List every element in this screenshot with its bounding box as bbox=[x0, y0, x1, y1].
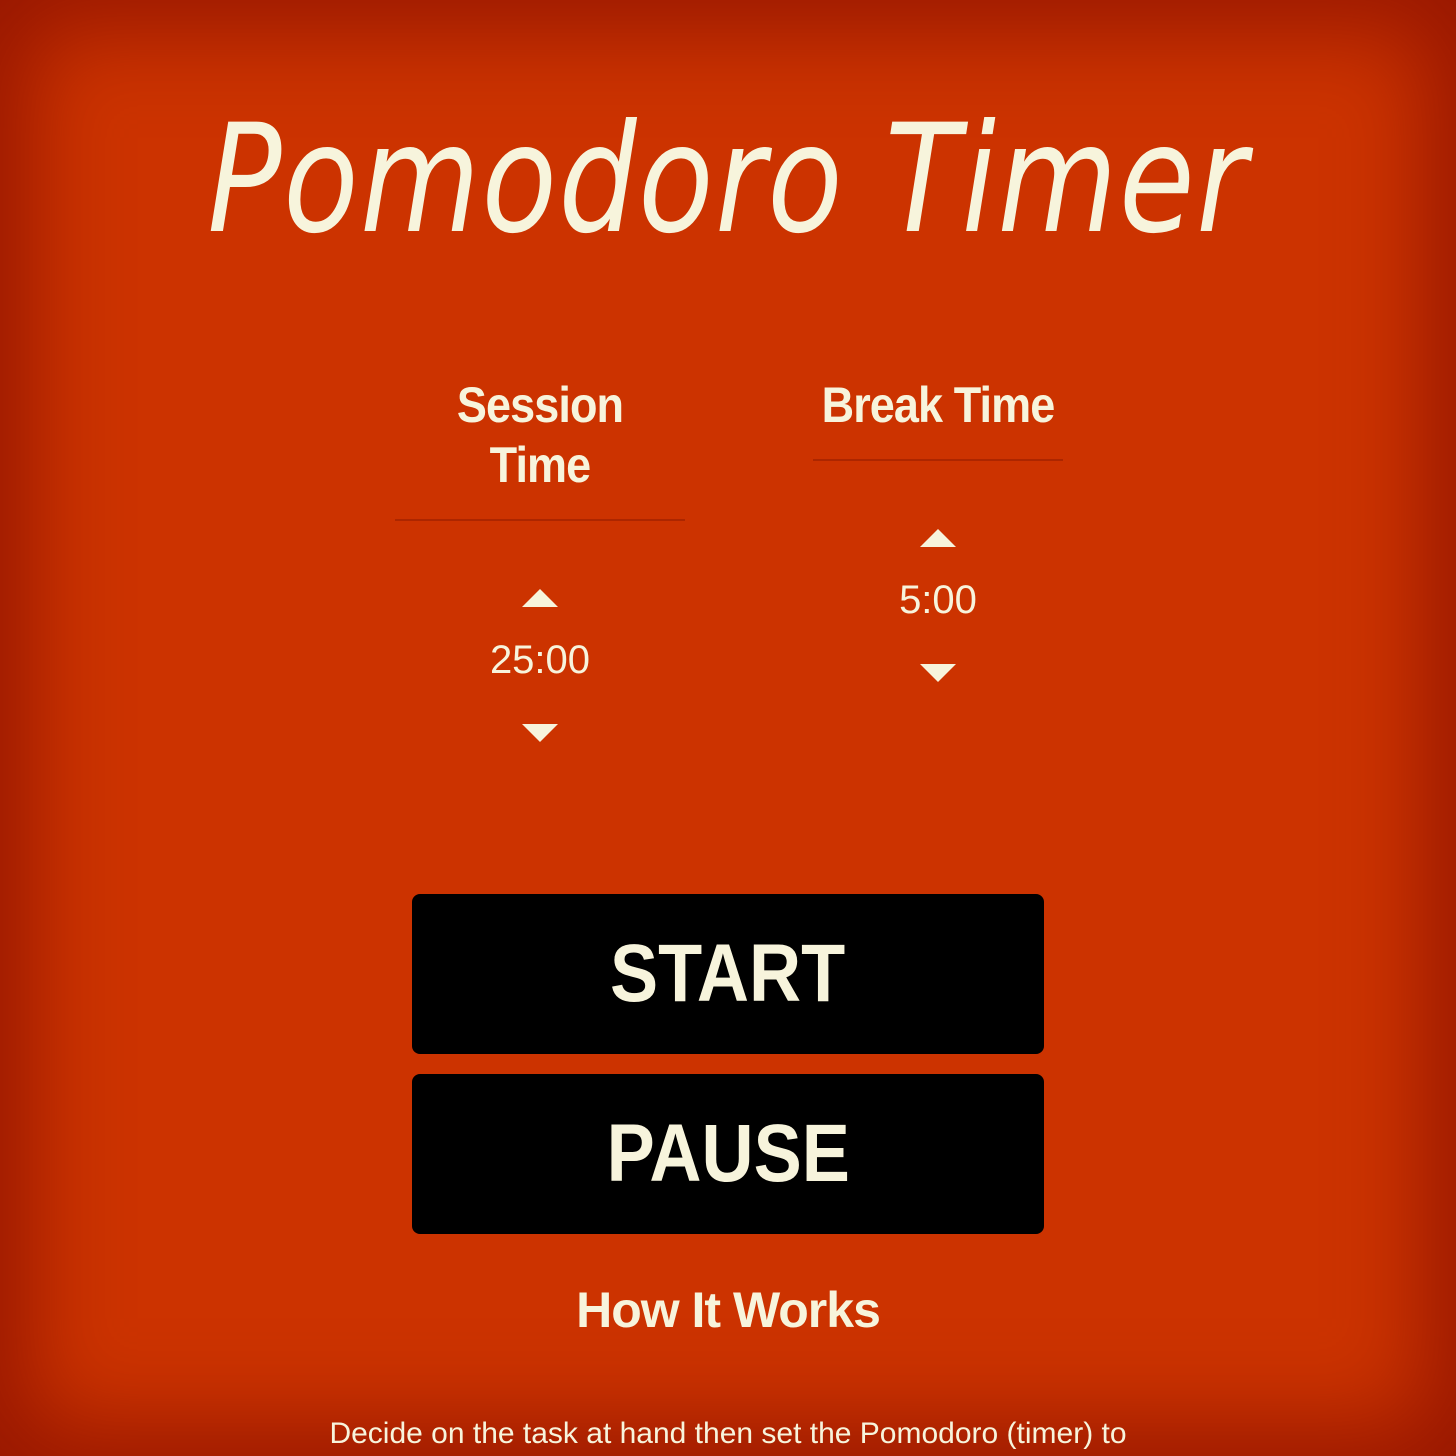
how-it-works-heading: How It Works bbox=[576, 1282, 881, 1338]
start-button-label: START bbox=[610, 928, 846, 1019]
break-time-value: 5:00 bbox=[899, 578, 977, 622]
break-divider bbox=[813, 459, 1063, 461]
session-time-value: 25:00 bbox=[489, 638, 591, 682]
page-title: Pomodoro Timer bbox=[207, 93, 1249, 267]
triangle-down-icon bbox=[522, 724, 558, 742]
session-decrease-button[interactable] bbox=[520, 722, 560, 744]
session-time-control: Session Time 25:00 bbox=[390, 375, 690, 744]
break-increase-button[interactable] bbox=[918, 527, 958, 549]
triangle-down-icon bbox=[920, 664, 956, 682]
start-button[interactable]: START bbox=[412, 894, 1044, 1054]
break-time-control: Break Time 5:00 bbox=[788, 375, 1088, 684]
break-time-label: Break Time bbox=[821, 377, 1056, 433]
triangle-up-icon bbox=[920, 529, 956, 547]
session-divider bbox=[395, 519, 685, 521]
triangle-up-icon bbox=[522, 589, 558, 607]
pause-button[interactable]: PAUSE bbox=[412, 1074, 1044, 1234]
how-it-works-text: Decide on the task at hand then set the … bbox=[329, 1417, 1127, 1450]
session-time-label: Session Time bbox=[456, 377, 624, 493]
session-increase-button[interactable] bbox=[520, 587, 560, 609]
pause-button-label: PAUSE bbox=[606, 1108, 850, 1199]
break-decrease-button[interactable] bbox=[918, 662, 958, 684]
